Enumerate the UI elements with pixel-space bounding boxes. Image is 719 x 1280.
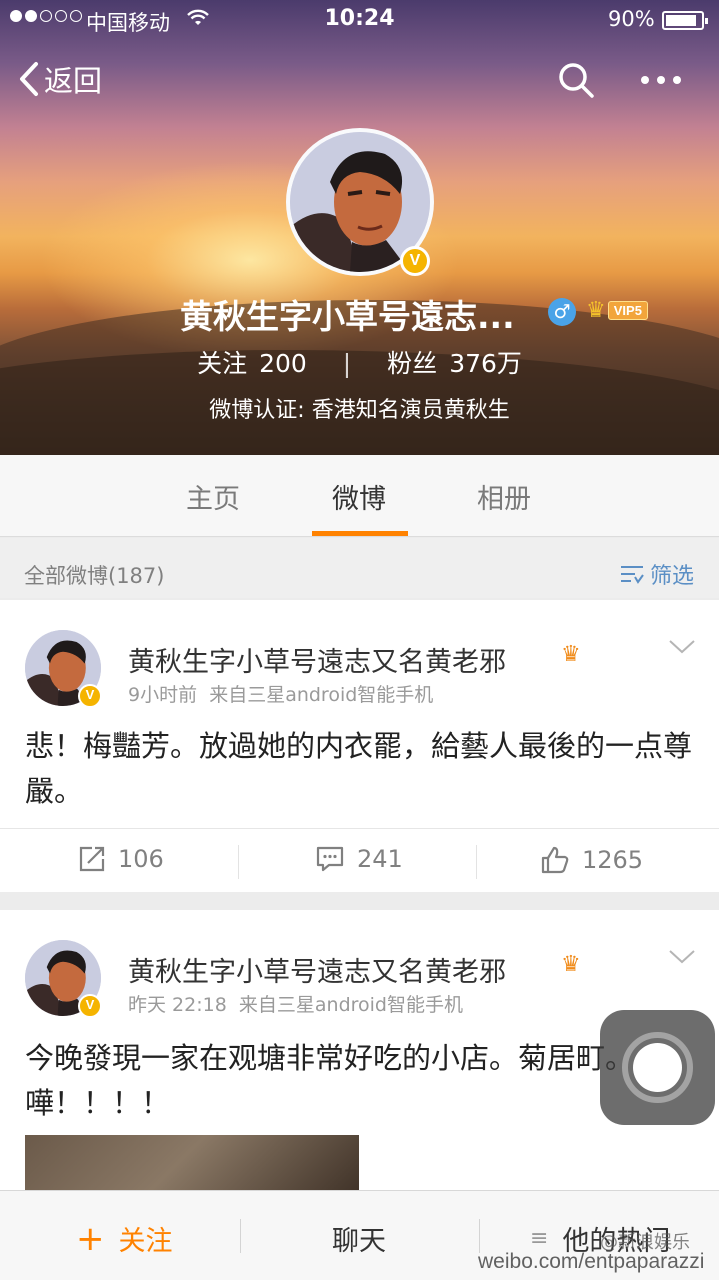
back-label: 返回 [44, 64, 103, 98]
filter-icon [621, 566, 644, 584]
post-text: 今晚發現一家在观塘非常好吃的小店。菊居町。嘩！！！！ [25, 1041, 635, 1120]
nav-bar: 返回 [0, 50, 719, 110]
post-count: 全部微博(187) [24, 564, 165, 588]
post-author[interactable]: 黄秋生字小草号遠志又名黄老邪 [128, 640, 506, 679]
vip-badge[interactable]: ♛ VIP5 [586, 298, 648, 323]
male-gender-icon: ♂ [548, 298, 576, 326]
thumbs-up-icon [541, 846, 569, 874]
following-label: 关注 [197, 349, 248, 378]
post-time: 昨天 22:18 [128, 994, 227, 1016]
more-icon[interactable] [636, 62, 686, 98]
divider [240, 1219, 241, 1253]
verified-badge-icon: V [78, 684, 102, 708]
followers-count: 376万 [449, 349, 522, 378]
chat-label: 聊天 [332, 1226, 386, 1257]
follow-button[interactable]: + 关注 [76, 1219, 173, 1258]
divider [479, 1219, 480, 1253]
crown-icon: ♛ [586, 298, 606, 323]
assistive-touch-button[interactable] [600, 1010, 715, 1125]
post-time: 9小时前 [128, 684, 198, 706]
verification-text: 微博认证: 香港知名演员黄秋生 [209, 398, 510, 423]
repost-button[interactable]: 106 [78, 845, 164, 873]
crown-icon: ♛ [561, 642, 581, 667]
post-meta: 9小时前 来自三星android智能手机 [128, 680, 433, 707]
following-stat[interactable]: 关注 200 [197, 344, 307, 380]
chevron-left-icon [20, 62, 38, 96]
battery-icon [662, 11, 708, 30]
divider [238, 845, 239, 879]
follow-label: 关注 [118, 1226, 173, 1257]
vip-level: VIP5 [607, 301, 648, 320]
list-icon: ≡ [530, 1226, 549, 1251]
repost-count: 106 [118, 845, 164, 873]
plus-icon: + [76, 1218, 105, 1259]
stat-divider: | [342, 349, 352, 378]
crown-icon: ♛ [561, 952, 581, 977]
verified-badge-icon: V [400, 246, 430, 276]
tab-home[interactable]: 主页 [186, 477, 240, 516]
followers-stat[interactable]: 粉丝 376万 [387, 344, 522, 380]
post-source: 来自三星android智能手机 [238, 994, 463, 1016]
filter-label: 筛选 [650, 564, 695, 589]
status-bar: 中国移动 10:24 90% [0, 0, 719, 40]
comment-count: 241 [357, 845, 403, 873]
chat-button[interactable]: 聊天 [332, 1219, 386, 1258]
post-actions: 106 241 1265 [0, 828, 719, 892]
post-source: 来自三星android智能手机 [209, 684, 434, 706]
profile-banner: 中国移动 10:24 90% 返回 V 黄秋生字小草号遠志... ♂ ♛ VIP… [0, 0, 719, 455]
post-meta: 昨天 22:18 来自三星android智能手机 [128, 990, 463, 1017]
profile-counts: 关注 200 | 粉丝 376万 [0, 344, 719, 380]
followers-label: 粉丝 [387, 349, 438, 378]
profile-tabs: 主页 微博 相册 [0, 455, 719, 537]
active-tab-indicator [312, 531, 408, 536]
comment-button[interactable]: 241 [315, 845, 403, 873]
like-button[interactable]: 1265 [540, 845, 643, 875]
watermark-url: weibo.com/entpaparazzi [478, 1250, 705, 1273]
back-button[interactable]: 返回 [18, 58, 102, 100]
verified-badge-icon: V [78, 994, 102, 1018]
profile-name: 黄秋生字小草号遠志... [180, 297, 515, 336]
repost-icon [79, 846, 105, 872]
chevron-down-icon[interactable] [668, 638, 696, 656]
post-author[interactable]: 黄秋生字小草号遠志又名黄老邪 [128, 950, 506, 989]
post-card[interactable]: V 黄秋生字小草号遠志又名黄老邪 ♛ 9小时前 来自三星android智能手机 … [0, 600, 719, 892]
tab-album[interactable]: 相册 [477, 477, 531, 516]
battery-percent: 90% [608, 7, 655, 31]
tab-weibo[interactable]: 微博 [332, 477, 386, 516]
divider [476, 845, 477, 879]
post-text: 悲！梅豔芳。放過她的内衣罷，給藝人最後的一点尊嚴。 [25, 729, 693, 808]
like-count: 1265 [582, 846, 644, 874]
comment-icon [316, 846, 344, 872]
search-icon[interactable] [556, 60, 596, 100]
filter-bar: 全部微博(187) 筛选 [0, 538, 719, 598]
following-count: 200 [259, 349, 307, 378]
filter-button[interactable]: 筛选 [620, 558, 694, 590]
chevron-down-icon[interactable] [668, 948, 696, 966]
